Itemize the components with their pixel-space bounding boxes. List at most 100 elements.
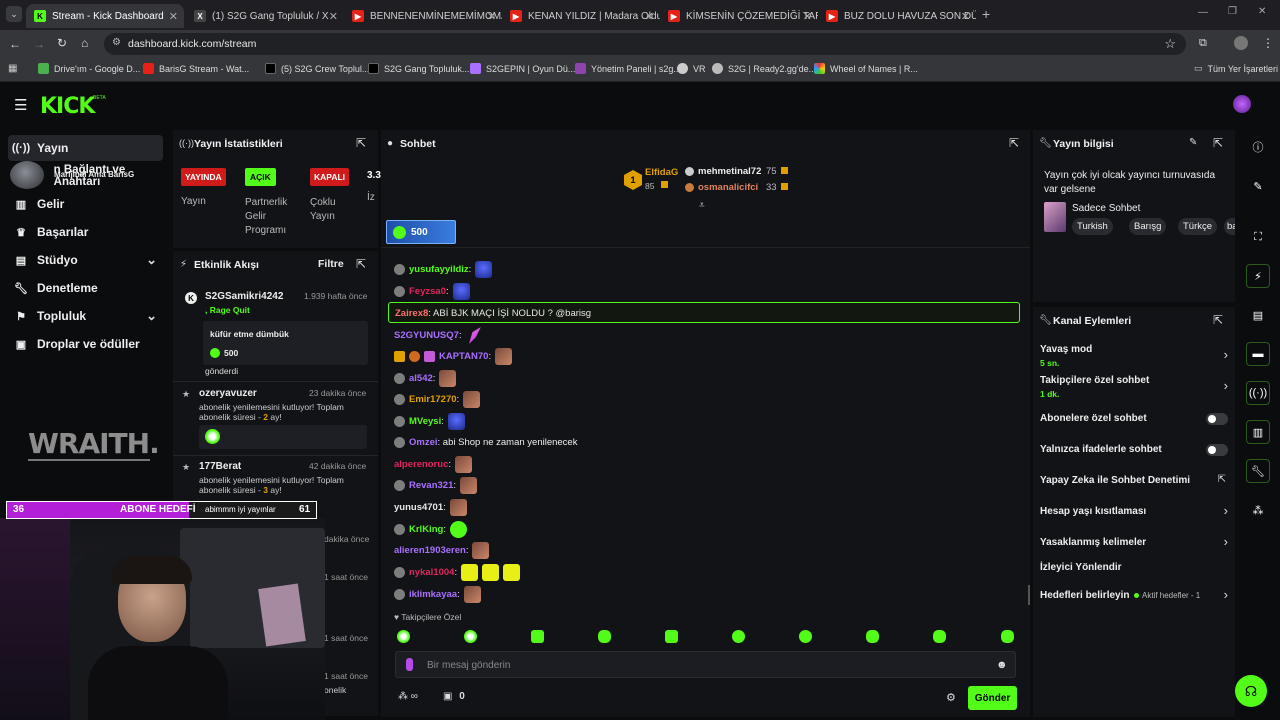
chat-message[interactable]: alperenoruc:	[394, 456, 473, 473]
menu-icon[interactable]: ⋮	[1262, 36, 1274, 50]
chat-message[interactable]: al542:	[394, 370, 457, 387]
window-close-icon[interactable]: ✕	[1258, 6, 1266, 17]
bookmark-item[interactable]: BarisG Stream - Wat...	[143, 63, 249, 74]
emote-option[interactable]	[531, 630, 544, 643]
info-icon[interactable]: ⓘ	[1246, 135, 1270, 159]
stats-panel-icon[interactable]: ▥	[1246, 420, 1270, 444]
emote-option[interactable]	[799, 630, 812, 643]
sidebar-item-yayin[interactable]: ((·)) Yayın	[8, 135, 163, 161]
chat-message[interactable]: Omzei: abi Shop ne zaman yenilenecek	[394, 437, 577, 448]
action-sub-only[interactable]: Abonelere özel sohbet	[1040, 411, 1228, 429]
bookmark-item[interactable]: VR	[677, 63, 706, 74]
popout-icon[interactable]: ⇱	[356, 257, 366, 271]
event-username[interactable]: ozeryavuzer	[199, 388, 257, 399]
chat-scrollbar[interactable]	[1028, 585, 1030, 605]
chat-message[interactable]: yusufayyildiz:	[394, 261, 493, 278]
minimize-icon[interactable]: —	[1198, 7, 1208, 18]
support-headset-icon[interactable]: ☊	[1235, 675, 1267, 707]
filter-button[interactable]: Filtre	[318, 258, 344, 270]
chat-message[interactable]: KrlKing:	[394, 521, 467, 538]
reload-icon[interactable]: ↻	[57, 36, 67, 50]
emoji-icon[interactable]: ☻	[996, 659, 1008, 671]
chat-username[interactable]: yusufayyildiz	[409, 264, 469, 275]
hamburger-menu-icon[interactable]: ☰	[14, 96, 27, 114]
chat-message[interactable]: KAPTAN70:	[394, 348, 513, 365]
gift-counter[interactable]: ▣ 0	[443, 691, 465, 702]
send-button[interactable]: Gönder	[968, 686, 1017, 710]
category-name[interactable]: Sadece Sohbet	[1072, 203, 1140, 214]
sidebar-item-denetleme[interactable]: 🔧︎ Denetleme	[8, 275, 163, 301]
sidebar-item-gelir[interactable]: ▥ Gelir	[8, 191, 163, 217]
chat-username[interactable]: alperenoruc	[394, 459, 448, 470]
action-account-age[interactable]: Hesap yaşı kısıtlaması ›	[1040, 503, 1228, 522]
bookmark-item[interactable]: (5) S2G Crew Toplul...	[265, 63, 369, 74]
tag-chip[interactable]: ba	[1224, 218, 1235, 235]
bookmark-item[interactable]: Yönetim Paneli | s2g...	[575, 63, 681, 74]
category-thumbnail[interactable]	[1044, 202, 1066, 232]
extensions-icon[interactable]: ⧉	[1199, 37, 1207, 50]
action-banned-words[interactable]: Yasaklanmış kelimeler ›	[1040, 534, 1228, 553]
chat-username[interactable]: alieren1903eren	[394, 545, 466, 556]
chat-message[interactable]: yunus4701:	[394, 499, 467, 516]
tag-chip[interactable]: Barışg	[1129, 218, 1167, 235]
tab-youtube-4[interactable]: ▶ BUZ DOLU HAVUZA SON DÜŞE ✕	[818, 4, 976, 28]
action-slow-mode[interactable]: Yavaş mod 5 sn. ›	[1040, 344, 1228, 370]
chat-username[interactable]: Zairex8	[395, 308, 428, 319]
bookmark-star-icon[interactable]: ☆	[1164, 36, 1176, 52]
chat-username[interactable]: KrlKing	[409, 524, 443, 535]
close-icon[interactable]: ✕	[487, 10, 496, 23]
chat-settings-icon[interactable]: ⚙	[946, 691, 956, 704]
fullscreen-icon[interactable]: ⛶	[1246, 225, 1270, 249]
url-field[interactable]: ⚙ dashboard.kick.com/stream ☆	[104, 33, 1186, 55]
chat-message[interactable]: MVeysi:	[394, 413, 465, 430]
chat-message[interactable]: iklimkayaa:	[394, 586, 481, 603]
lightning-panel-icon[interactable]: ⚡︎	[1246, 264, 1270, 288]
close-icon[interactable]: ✕	[645, 10, 654, 23]
bookmark-item[interactable]: S2G Gang Topluluk...	[368, 63, 469, 74]
profile-avatar[interactable]	[1234, 36, 1248, 50]
popout-icon[interactable]: ⇱	[356, 136, 366, 150]
chat-username[interactable]: Feyzsa0	[409, 286, 446, 297]
back-icon[interactable]: ←	[9, 37, 21, 51]
close-icon[interactable]: ✕	[803, 10, 812, 23]
chat-username[interactable]: iklimkayaa	[409, 589, 457, 600]
bookmark-item[interactable]: S2GEPIN | Oyun Dü...	[470, 63, 575, 74]
emote-option[interactable]	[464, 630, 477, 643]
broadcast-panel-icon[interactable]: ((·))	[1246, 381, 1270, 405]
close-icon[interactable]: ✕	[961, 10, 970, 23]
chat-panel-icon[interactable]: ▬	[1246, 342, 1270, 366]
forward-icon[interactable]: →	[33, 37, 45, 51]
bookmark-item[interactable]: Wheel of Names | R...	[814, 63, 918, 74]
chat-input[interactable]: Bir mesaj gönderin ☻	[395, 651, 1016, 678]
chat-username[interactable]: S2GYUNUSQ7	[394, 330, 459, 341]
popout-icon[interactable]: ⇱	[1213, 136, 1223, 150]
action-goals[interactable]: Hedefleri belirleyin Aktif hedefler - 1 …	[1040, 587, 1228, 606]
bookmark-item[interactable]: S2G | Ready2.gg'de...	[712, 63, 816, 74]
emote-option[interactable]	[866, 630, 879, 643]
close-icon[interactable]: ✕	[329, 10, 338, 23]
action-raid[interactable]: İzleyici Yönlendir	[1040, 560, 1228, 578]
leaderboard-name[interactable]: mehmetinal72	[698, 166, 761, 177]
chat-username[interactable]: KAPTAN70	[439, 351, 488, 362]
home-icon[interactable]: ⌂	[81, 36, 88, 50]
sidebar-item-droplar[interactable]: ▣ Droplar ve ödüller	[8, 331, 163, 357]
emote-option[interactable]	[1001, 630, 1014, 643]
action-follower-only[interactable]: Takipçilere özel sohbet 1 dk. ›	[1040, 375, 1228, 401]
chat-username[interactable]: al542	[409, 373, 433, 384]
event-username[interactable]: S2GSamikri4242	[205, 291, 283, 302]
tab-kick-dashboard[interactable]: K Stream - Kick Dashboard ✕	[26, 4, 184, 28]
popout-icon[interactable]: ⇱	[1009, 136, 1019, 150]
user-avatar[interactable]	[1233, 95, 1251, 113]
chat-username[interactable]: Emir17270	[409, 394, 457, 405]
chat-username[interactable]: Revan321	[409, 480, 453, 491]
apps-grid-icon[interactable]: ▦	[8, 63, 17, 74]
leaderboard-name[interactable]: osmanalicifci	[698, 182, 758, 193]
maximize-icon[interactable]: ❐	[1228, 6, 1237, 17]
sidebar-item-basarilar[interactable]: ♛ Başarılar	[8, 219, 163, 245]
notes-icon[interactable]: ▤	[1246, 303, 1270, 327]
leaderboard-name[interactable]: ElfidaG	[645, 167, 678, 178]
chat-message[interactable]: S2GYUNUSQ7:	[394, 327, 483, 344]
tab-search-icon[interactable]: ⌄	[6, 6, 22, 22]
action-emote-only[interactable]: Yalnızca ifadelerle sohbet	[1040, 442, 1228, 460]
emote-option[interactable]	[665, 630, 678, 643]
